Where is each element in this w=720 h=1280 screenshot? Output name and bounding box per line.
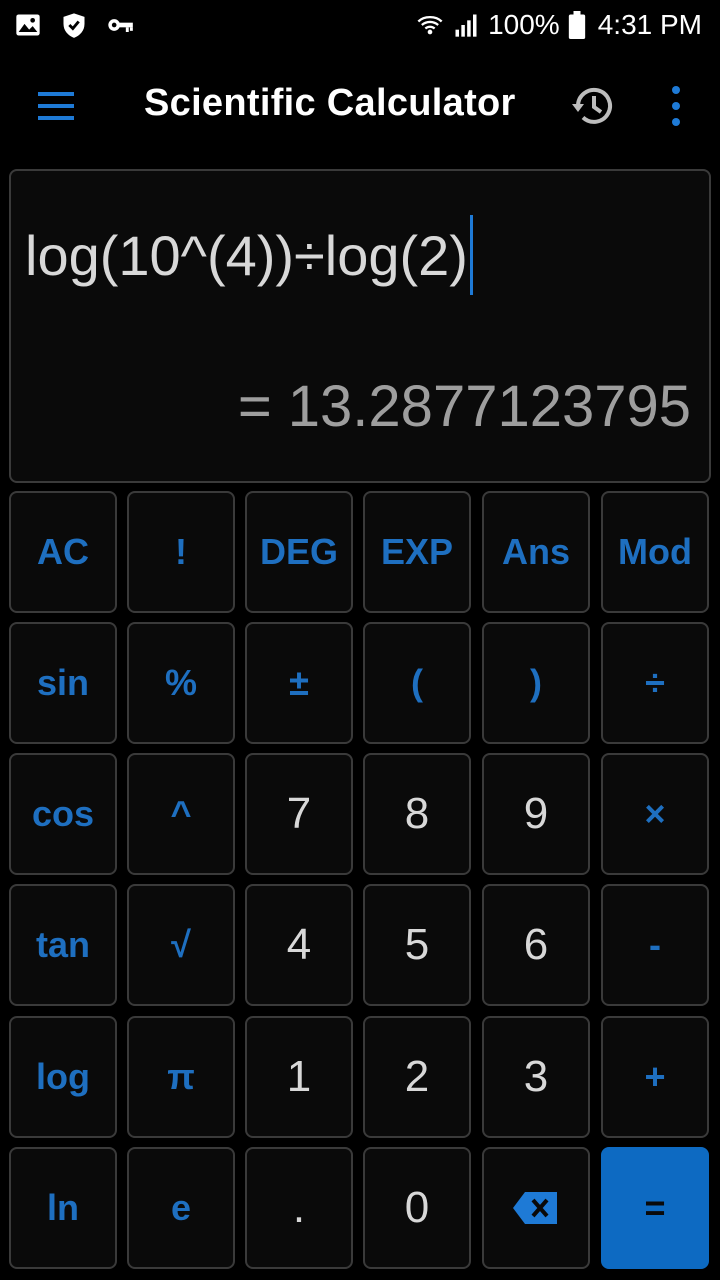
seven-button[interactable]: 7 [245, 753, 353, 875]
deg-button[interactable]: DEG [245, 491, 353, 613]
multiply-button[interactable]: × [601, 753, 709, 875]
sin-button[interactable]: sin [9, 622, 117, 744]
three-button[interactable]: 3 [482, 1016, 590, 1138]
backspace-button[interactable] [482, 1147, 590, 1269]
zero-button[interactable]: 0 [363, 1147, 471, 1269]
wifi-icon [416, 11, 444, 39]
ac-button[interactable]: AC [9, 491, 117, 613]
signal-icon [452, 11, 480, 39]
key-icon [106, 11, 134, 39]
eight-button[interactable]: 8 [363, 753, 471, 875]
history-icon[interactable] [568, 82, 616, 130]
expression-field[interactable]: log(10^(4))÷log(2) [25, 215, 473, 295]
battery-percent: 100% [488, 9, 560, 40]
tan-button[interactable]: tan [9, 884, 117, 1006]
text-caret [469, 215, 473, 295]
pi-button[interactable]: π [127, 1016, 235, 1138]
log-button[interactable]: log [9, 1016, 117, 1138]
e-button[interactable]: e [127, 1147, 235, 1269]
clock: 4:31 PM [597, 9, 702, 40]
exp-button[interactable]: EXP [363, 491, 471, 613]
one-button[interactable]: 1 [245, 1016, 353, 1138]
open-paren-button[interactable]: ( [363, 622, 471, 744]
close-paren-button[interactable]: ) [482, 622, 590, 744]
mod-button[interactable]: Mod [601, 491, 709, 613]
app-bar: Scientific Calculator [0, 60, 720, 152]
six-button[interactable]: 6 [482, 884, 590, 1006]
menu-icon[interactable] [34, 86, 78, 126]
status-bar-right: 100% 4:31 PM [416, 9, 702, 41]
page-title: Scientific Calculator [144, 82, 516, 124]
divide-button[interactable]: ÷ [601, 622, 709, 744]
four-button[interactable]: 4 [245, 884, 353, 1006]
shield-icon [60, 11, 88, 39]
ln-button[interactable]: ln [9, 1147, 117, 1269]
ans-button[interactable]: Ans [482, 491, 590, 613]
minus-button[interactable]: - [601, 884, 709, 1006]
power-button[interactable]: ^ [127, 753, 235, 875]
result-text: = 13.2877123795 [237, 374, 691, 439]
sqrt-button[interactable]: √ [127, 884, 235, 1006]
plus-button[interactable]: + [601, 1016, 709, 1138]
two-button[interactable]: 2 [363, 1016, 471, 1138]
plus-minus-button[interactable]: ± [245, 622, 353, 744]
percent-button[interactable]: % [127, 622, 235, 744]
factorial-button[interactable]: ! [127, 491, 235, 613]
five-button[interactable]: 5 [363, 884, 471, 1006]
status-bar: 100% 4:31 PM [0, 0, 720, 50]
status-bar-left [14, 11, 134, 39]
backspace-icon [511, 1188, 561, 1228]
decimal-button[interactable]: . [245, 1147, 353, 1269]
expression-text: log(10^(4))÷log(2) [25, 223, 468, 287]
equals-button[interactable]: = [601, 1147, 709, 1269]
calculator-display: log(10^(4))÷log(2) = 13.2877123795 [9, 169, 711, 483]
battery-icon [568, 11, 586, 39]
more-vert-icon[interactable] [664, 84, 688, 128]
cos-button[interactable]: cos [9, 753, 117, 875]
image-icon [14, 11, 42, 39]
nine-button[interactable]: 9 [482, 753, 590, 875]
